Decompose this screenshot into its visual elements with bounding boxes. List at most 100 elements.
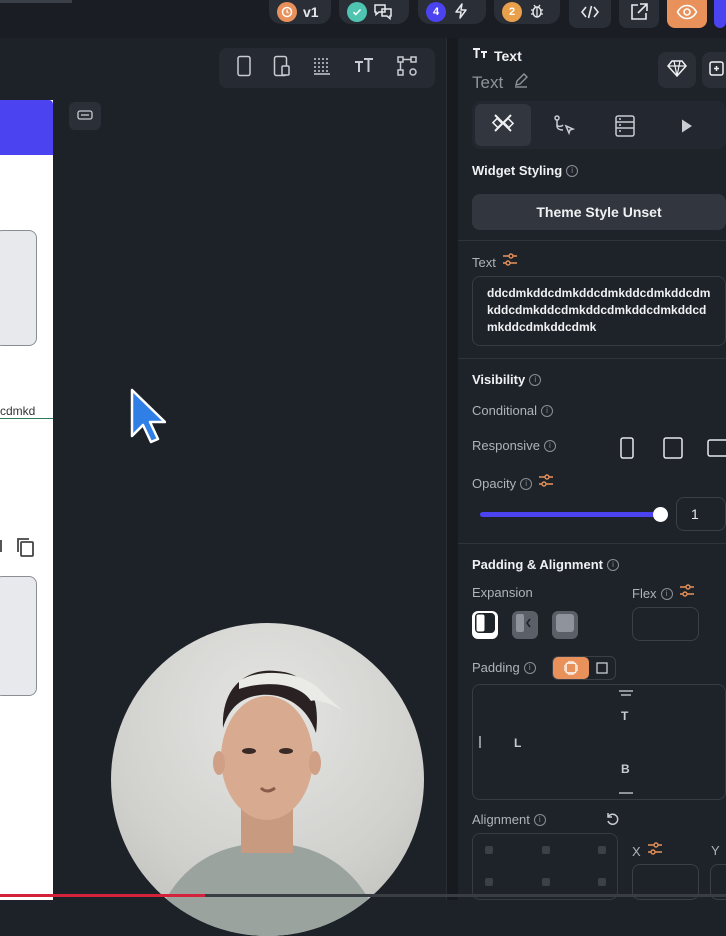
- text-field-header: Text: [472, 253, 518, 272]
- code-icon: [580, 4, 600, 25]
- text-cursor: [0, 540, 2, 552]
- widget-name[interactable]: Text: [472, 73, 503, 93]
- info-icon[interactable]: i: [529, 373, 542, 386]
- tab-actions[interactable]: [552, 114, 576, 143]
- tablet-icon[interactable]: [273, 55, 291, 82]
- version-label: v1: [303, 4, 319, 20]
- text-value-input[interactable]: ddcdmkddcdmkddcdmkddcdmkddcdmkddcdmkddcd…: [472, 276, 726, 346]
- padding-editor[interactable]: T L B: [472, 684, 726, 800]
- expansion-expanded-button[interactable]: [552, 611, 578, 639]
- diamond-button[interactable]: [658, 52, 696, 88]
- align-top-right[interactable]: [598, 846, 606, 854]
- alignment-row: Alignment i: [472, 811, 546, 829]
- divider: [458, 543, 726, 544]
- open-external-button[interactable]: [619, 0, 659, 28]
- phone-icon[interactable]: [236, 55, 252, 82]
- keyboard-toggle-button[interactable]: [69, 102, 101, 130]
- align-top-left[interactable]: [485, 846, 493, 854]
- text-size-icon[interactable]: [353, 57, 375, 80]
- tree-settings-icon[interactable]: [396, 55, 418, 82]
- expansion-expanded-icon: [554, 612, 576, 639]
- tab-backend-query[interactable]: [614, 114, 636, 143]
- info-icon[interactable]: i: [533, 813, 546, 826]
- variable-settings-icon[interactable]: [647, 842, 663, 861]
- grid-icon[interactable]: [312, 56, 332, 81]
- padding-alignment-header: Padding & Alignment i: [472, 556, 619, 574]
- divider: [458, 240, 726, 241]
- info-icon[interactable]: i: [541, 404, 554, 417]
- info-icon[interactable]: i: [523, 661, 536, 674]
- info-icon[interactable]: i: [606, 558, 619, 571]
- play-icon: [680, 119, 694, 138]
- reset-icon[interactable]: [604, 810, 620, 831]
- align-center-left[interactable]: [485, 878, 493, 886]
- app-bar: [0, 100, 53, 155]
- widget-type-label: Text: [494, 47, 522, 64]
- bug-icon: [528, 2, 546, 23]
- add-widget-button[interactable]: [702, 52, 726, 88]
- padding-mode-toggle[interactable]: [552, 656, 616, 680]
- edit-icon[interactable]: [513, 72, 529, 93]
- theme-style-button[interactable]: Theme Style Unset: [472, 194, 726, 230]
- expansion-row: Expansion: [472, 584, 533, 602]
- expansion-label: Expansion: [472, 585, 533, 600]
- info-icon[interactable]: i: [520, 477, 533, 490]
- tab-animations[interactable]: [680, 118, 694, 139]
- bugs-button[interactable]: 2: [494, 0, 560, 24]
- info-icon[interactable]: i: [543, 439, 556, 452]
- version-button[interactable]: v1: [269, 0, 331, 24]
- responsive-tablet-toggle[interactable]: [660, 435, 686, 465]
- content-card[interactable]: [0, 230, 37, 346]
- expansion-default-button[interactable]: [472, 611, 498, 639]
- variable-settings-icon[interactable]: [538, 474, 554, 493]
- conditional-row: Conditional i: [472, 402, 554, 420]
- code-button[interactable]: [569, 0, 611, 28]
- phone-text-fragment: cdmkd: [0, 404, 36, 418]
- padding-uniform-icon[interactable]: [589, 657, 615, 679]
- tasks-button[interactable]: 4: [418, 0, 486, 24]
- copy-icon[interactable]: [14, 536, 36, 563]
- preview-button[interactable]: [667, 0, 707, 28]
- responsive-label: Responsive: [472, 438, 540, 453]
- tab-properties[interactable]: [475, 104, 531, 146]
- opacity-input[interactable]: 1: [676, 497, 726, 531]
- pad-top-handle[interactable]: [619, 690, 633, 692]
- align-center[interactable]: [542, 878, 550, 886]
- y-header: Y: [711, 842, 720, 860]
- info-icon[interactable]: i: [660, 587, 673, 600]
- run-button[interactable]: [714, 0, 726, 28]
- timer-icon: [277, 2, 297, 22]
- pad-top-label: T: [621, 709, 629, 723]
- video-progress-fill[interactable]: [0, 894, 205, 897]
- opacity-slider-thumb[interactable]: [653, 507, 668, 522]
- variable-settings-icon[interactable]: [679, 584, 695, 603]
- pad-bottom-handle[interactable]: [619, 792, 633, 794]
- widget-styling-title: Widget Styling: [472, 163, 563, 178]
- padding-individual-icon[interactable]: [553, 657, 589, 679]
- phone-preview[interactable]: cdmkd: [0, 100, 53, 900]
- info-icon[interactable]: i: [566, 164, 579, 177]
- expansion-flexible-icon: [514, 612, 536, 639]
- status-chat-button[interactable]: [339, 0, 409, 24]
- alignment-grid[interactable]: [472, 833, 618, 900]
- flex-input[interactable]: [632, 607, 699, 641]
- chat-icon: [373, 2, 393, 23]
- panel-divider[interactable]: [446, 38, 458, 900]
- tablet-icon: [662, 436, 684, 465]
- opacity-slider-track[interactable]: [480, 512, 661, 517]
- responsive-phone-toggle[interactable]: [614, 435, 640, 465]
- pad-left-label: L: [514, 736, 522, 750]
- variable-settings-icon[interactable]: [502, 253, 518, 272]
- expansion-flexible-button[interactable]: [512, 611, 538, 639]
- align-center-right[interactable]: [598, 878, 606, 886]
- pad-left-handle[interactable]: [479, 736, 481, 748]
- pad-bottom-label: B: [621, 762, 630, 776]
- content-card-2[interactable]: [0, 576, 37, 696]
- bugs-count: 2: [502, 2, 522, 22]
- tools-icon: [491, 111, 515, 140]
- responsive-desktop-toggle[interactable]: [704, 435, 726, 465]
- conditional-label: Conditional: [472, 403, 538, 418]
- padding-label: Padding: [472, 660, 520, 675]
- widget-name-row[interactable]: Text: [472, 72, 529, 93]
- align-top-center[interactable]: [542, 846, 550, 854]
